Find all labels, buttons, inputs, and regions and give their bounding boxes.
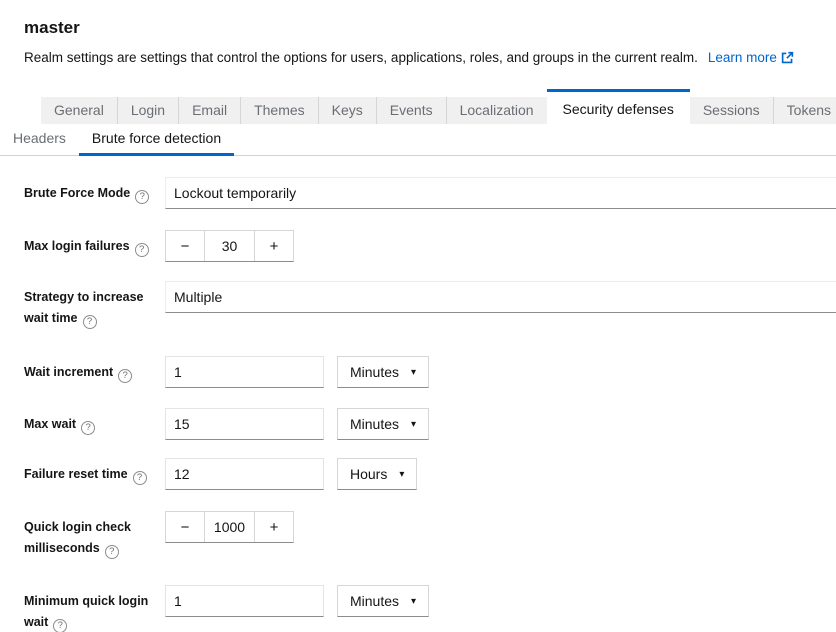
learn-more-link[interactable]: Learn more (708, 50, 794, 65)
failure-reset-time-unit-select[interactable]: Hours ▾ (337, 458, 417, 490)
security-defenses-subtabs: Headers Brute force detection (0, 125, 836, 156)
brute-force-mode-select[interactable]: Lockout temporarily (165, 177, 836, 209)
caret-down-icon: ▾ (411, 596, 416, 607)
tab-themes[interactable]: Themes (241, 97, 319, 124)
help-icon[interactable]: ? (118, 369, 132, 383)
help-icon[interactable]: ? (133, 471, 147, 485)
decrement-button[interactable]: − (166, 231, 205, 261)
max-wait-input[interactable] (165, 408, 324, 440)
minimum-quick-login-wait-input[interactable] (165, 585, 324, 617)
form-row: Strategy to increase wait time? Multiple (24, 281, 836, 329)
realm-settings-tabs: General Login Email Themes Keys Events L… (41, 89, 836, 127)
subtab-headers[interactable]: Headers (0, 125, 79, 156)
tab-tokens[interactable]: Tokens (774, 97, 836, 124)
max-wait-label: Max wait? (24, 408, 165, 435)
increment-button[interactable]: + (254, 231, 293, 261)
help-icon[interactable]: ? (53, 619, 67, 632)
caret-down-icon: ▾ (411, 367, 416, 378)
wait-increment-input[interactable] (165, 356, 324, 388)
help-icon[interactable]: ? (135, 243, 149, 257)
caret-down-icon: ▾ (399, 469, 404, 480)
form-row: Brute Force Mode? Lockout temporarily (24, 177, 836, 209)
tab-general[interactable]: General (41, 97, 118, 124)
tab-email[interactable]: Email (179, 97, 241, 124)
help-icon[interactable]: ? (81, 421, 95, 435)
wait-increment-unit-select[interactable]: Minutes ▾ (337, 356, 429, 388)
max-login-failures-label: Max login failures? (24, 230, 165, 257)
form-row: Max login failures? − 30 + (24, 230, 836, 262)
form-row: Quick login check milliseconds? − 1000 + (24, 511, 836, 559)
help-icon[interactable]: ? (83, 315, 97, 329)
help-icon[interactable]: ? (135, 190, 149, 204)
help-icon[interactable]: ? (105, 545, 119, 559)
subtab-brute-force-detection[interactable]: Brute force detection (79, 125, 234, 156)
tab-keys[interactable]: Keys (319, 97, 377, 124)
max-wait-unit-select[interactable]: Minutes ▾ (337, 408, 429, 440)
brute-force-mode-label: Brute Force Mode? (24, 177, 165, 204)
caret-down-icon: ▾ (411, 419, 416, 430)
form-row: Max wait? Minutes ▾ (24, 408, 836, 440)
realm-description-row: Realm settings are settings that control… (24, 49, 812, 68)
increment-button[interactable]: + (254, 512, 293, 542)
realm-description: Realm settings are settings that control… (24, 50, 698, 65)
form-row: Failure reset time? Hours ▾ (24, 458, 836, 490)
quick-login-check-value[interactable]: 1000 (205, 512, 254, 542)
wait-increment-label: Wait increment? (24, 356, 165, 383)
wait-strategy-select[interactable]: Multiple (165, 281, 836, 313)
decrement-button[interactable]: − (166, 512, 205, 542)
wait-strategy-label: Strategy to increase wait time? (24, 281, 165, 329)
minimum-quick-login-wait-label: Minimum quick login wait? (24, 585, 165, 632)
tab-sessions[interactable]: Sessions (690, 97, 774, 124)
brute-force-detection-form: Brute Force Mode? Lockout temporarily Ma… (24, 177, 836, 632)
tab-events[interactable]: Events (377, 97, 447, 124)
failure-reset-time-input[interactable] (165, 458, 324, 490)
quick-login-check-label: Quick login check milliseconds? (24, 511, 165, 559)
form-row: Minimum quick login wait? Minutes ▾ (24, 585, 836, 632)
max-login-failures-stepper: − 30 + (165, 230, 294, 262)
tab-localization[interactable]: Localization (447, 97, 547, 124)
form-row: Wait increment? Minutes ▾ (24, 356, 836, 388)
minimum-quick-login-wait-unit-select[interactable]: Minutes ▾ (337, 585, 429, 617)
external-link-icon (781, 51, 794, 68)
max-login-failures-value[interactable]: 30 (205, 231, 254, 261)
quick-login-check-stepper: − 1000 + (165, 511, 294, 543)
tab-security-defenses[interactable]: Security defenses (547, 89, 690, 127)
page-title: master (24, 18, 836, 38)
tab-login[interactable]: Login (118, 97, 179, 124)
failure-reset-time-label: Failure reset time? (24, 458, 165, 485)
